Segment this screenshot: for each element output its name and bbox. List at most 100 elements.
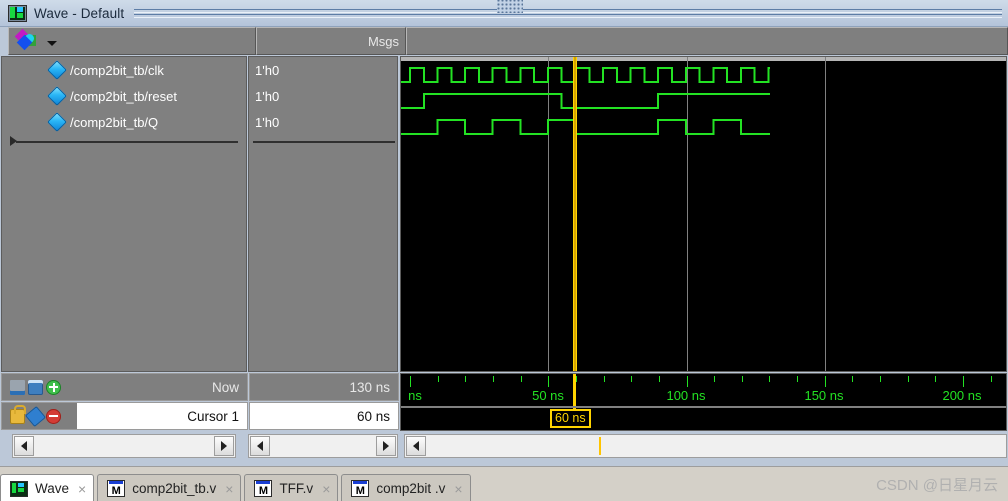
tab-tff-v[interactable]: M TFF.v × xyxy=(244,474,339,501)
signal-pane-scrollbar[interactable] xyxy=(12,434,236,458)
scroll-track[interactable] xyxy=(35,435,213,457)
tab-wave[interactable]: Wave × xyxy=(0,474,95,501)
ruler-major-tick xyxy=(548,376,550,387)
modelsim-file-icon: M xyxy=(254,480,273,497)
signal-value-reset: 1'h0 xyxy=(255,88,280,104)
ruler-tick-label: 200 ns xyxy=(942,388,982,403)
ruler-minor-tick xyxy=(907,376,909,382)
signal-diamond-icon xyxy=(47,60,67,80)
status-row-cursor[interactable]: Cursor 1 60 ns xyxy=(1,402,399,430)
signal-name-label: /comp2bit_tb/clk xyxy=(70,62,164,78)
modelsim-file-icon: M xyxy=(351,480,370,497)
signal-row-clk[interactable]: /comp2bit_tb/clk xyxy=(2,57,246,83)
ruler-major-tick xyxy=(410,376,411,387)
ruler-minor-tick xyxy=(880,376,882,382)
signal-diamond-icon xyxy=(47,112,67,132)
objects-dropdown-icon[interactable] xyxy=(14,28,45,51)
bottom-tab-bar: Wave × M comp2bit_tb.v × M TFF.v × M com… xyxy=(0,466,1008,501)
cursor-value[interactable]: 60 ns xyxy=(249,402,399,430)
signal-group-divider xyxy=(16,141,238,143)
status-row-now: Now 130 ns xyxy=(1,373,399,401)
ruler-minor-tick xyxy=(437,376,439,382)
signal-value-pane[interactable]: 1'h0 1'h0 1'h0 xyxy=(248,56,398,372)
close-icon[interactable]: × xyxy=(225,482,233,496)
lock-icon[interactable] xyxy=(10,404,26,424)
window-title-bar: Wave - Default xyxy=(0,0,1008,27)
scroll-left-arrow[interactable] xyxy=(14,436,34,456)
ruler-minor-tick xyxy=(603,376,605,382)
wave-tab-icon xyxy=(10,480,28,497)
tab-label: Wave xyxy=(35,481,70,496)
now-label: Now xyxy=(77,373,248,401)
close-icon[interactable]: × xyxy=(322,482,330,496)
ruler-minor-tick xyxy=(465,376,467,382)
ruler-minor-tick xyxy=(575,376,577,382)
close-icon[interactable]: × xyxy=(78,482,86,496)
waveform-canvas[interactable] xyxy=(400,56,1007,372)
column-header-row: Msgs xyxy=(0,27,1008,55)
waveform-traces xyxy=(401,67,770,135)
ruler-major-tick xyxy=(686,376,688,387)
watermark-text: CSDN @日星月云 xyxy=(876,477,998,494)
objects-toolbar-cell[interactable] xyxy=(8,27,256,55)
status-grid: Now 130 ns Cursor 1 60 ns xyxy=(1,373,399,431)
modelsim-wave-window: Wave - Default Msgs /comp2bit_tb/clk /co… xyxy=(0,0,1008,501)
scrollbar-cursor-marker xyxy=(599,437,601,455)
wrench-icon[interactable] xyxy=(24,405,47,427)
ruler-tick-label: ns xyxy=(408,388,422,403)
ruler-tick-label: 100 ns xyxy=(666,388,706,403)
signal-name-pane[interactable]: /comp2bit_tb/clk /comp2bit_tb/reset /com… xyxy=(1,56,247,372)
ruler-minor-tick xyxy=(769,376,771,382)
signal-row-q[interactable]: /comp2bit_tb/Q xyxy=(2,109,246,135)
wave-pane-scrollbar[interactable] xyxy=(404,434,1007,458)
ruler-minor-tick xyxy=(935,376,937,382)
ruler-minor-tick xyxy=(990,376,992,382)
wave-window-icon xyxy=(8,4,27,22)
tab-label: comp2bit .v xyxy=(376,481,446,496)
value-pane-scrollbar[interactable] xyxy=(248,434,398,458)
ruler-minor-tick xyxy=(658,376,660,382)
add-cursor-icon[interactable] xyxy=(46,379,61,395)
now-toolbar-icons[interactable] xyxy=(1,373,77,401)
signal-name-label: /comp2bit_tb/reset xyxy=(70,88,177,104)
ruler-minor-tick xyxy=(741,376,743,382)
window-title: Wave - Default xyxy=(34,5,125,21)
msgs-column-header[interactable]: Msgs xyxy=(256,27,406,55)
scroll-track[interactable] xyxy=(427,435,1006,457)
ruler-minor-tick xyxy=(492,376,494,382)
modelsim-file-icon: M xyxy=(107,480,126,497)
tab-comp2bit-tb-v[interactable]: M comp2bit_tb.v × xyxy=(97,474,242,501)
scroll-right-arrow[interactable] xyxy=(214,436,234,456)
window-drag-grip[interactable] xyxy=(497,0,523,13)
ruler-minor-tick xyxy=(797,376,799,382)
scroll-right-arrow[interactable] xyxy=(376,436,396,456)
cursor-1-ruler-stub xyxy=(573,374,576,409)
cursor-toolbar-icons[interactable] xyxy=(1,402,77,430)
cursor-1-time-tag[interactable]: 60 ns xyxy=(550,409,591,428)
cursor-label[interactable]: Cursor 1 xyxy=(77,402,248,430)
ruler-major-tick xyxy=(963,376,964,387)
close-icon[interactable]: × xyxy=(454,482,462,496)
tab-comp2bit-v[interactable]: M comp2bit .v × xyxy=(341,474,471,501)
ruler-minor-tick xyxy=(852,376,854,382)
signal-row-reset[interactable]: /comp2bit_tb/reset xyxy=(2,83,246,109)
tab-label: comp2bit_tb.v xyxy=(132,481,217,496)
value-group-divider xyxy=(253,141,395,143)
now-marker-icon[interactable] xyxy=(10,379,25,395)
signal-value-q: 1'h0 xyxy=(255,114,280,130)
signal-name-label: /comp2bit_tb/Q xyxy=(70,114,159,130)
chevron-down-icon[interactable] xyxy=(47,40,57,46)
scroll-track[interactable] xyxy=(271,435,375,457)
ruler-minor-tick xyxy=(520,376,522,382)
wave-insert-icon[interactable] xyxy=(28,379,43,395)
trace-q xyxy=(401,119,770,135)
wave-column-header xyxy=(406,27,1008,55)
trace-clk xyxy=(401,67,770,83)
scroll-left-arrow[interactable] xyxy=(250,436,270,456)
delete-cursor-icon[interactable] xyxy=(46,408,61,424)
wave-cursor-1-line[interactable] xyxy=(573,57,577,371)
time-ruler[interactable]: ns 50 ns 100 ns 150 ns 200 ns 60 ns xyxy=(400,373,1007,431)
ruler-tick-label: 50 ns xyxy=(532,388,564,403)
trace-reset xyxy=(401,93,770,109)
scroll-left-arrow[interactable] xyxy=(406,436,426,456)
